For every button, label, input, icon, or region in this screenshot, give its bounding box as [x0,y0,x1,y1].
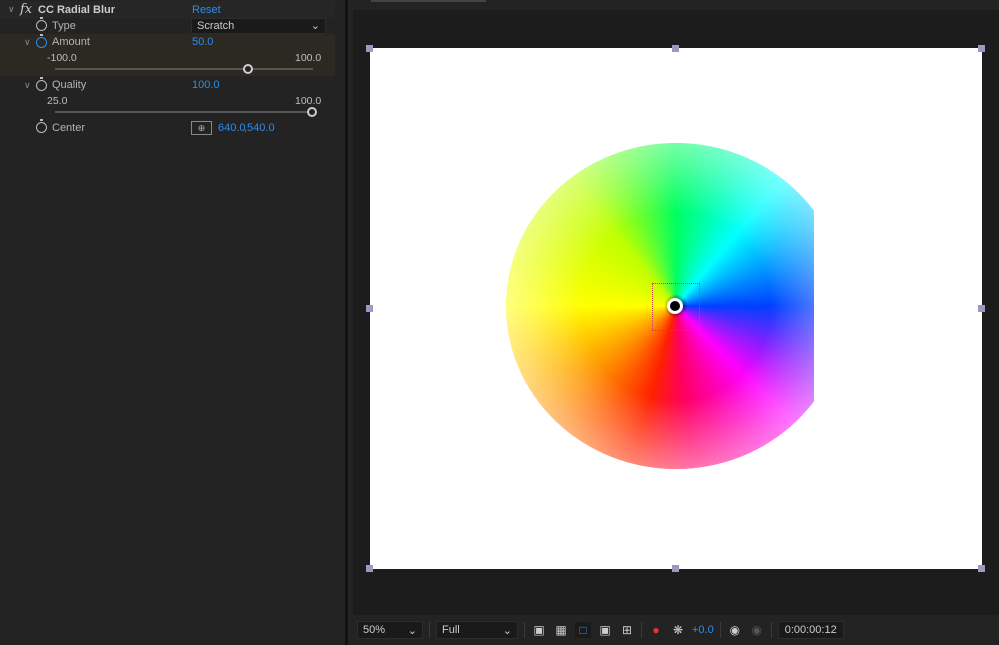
divider [524,622,525,638]
quality-value[interactable]: 100.0 [192,79,220,91]
transparency-grid-icon[interactable]: ▦ [553,622,569,638]
mask-path-visibility-icon[interactable]: □ [575,622,591,638]
channels-icon[interactable]: ● [648,622,664,638]
type-value: Scratch [197,19,235,32]
divider [770,622,772,638]
amount-label: Amount [52,36,90,48]
center-label: Center [52,121,86,134]
amount-slider[interactable] [55,64,313,74]
chevron-down-icon: ⌄ [310,20,320,32]
center-row: Center ⊕ 640.0 ,540.0 [0,119,335,136]
show-snapshot-icon[interactable]: ◉ [749,622,765,638]
timecode-value: 0:00:00:12 [784,624,837,636]
quality-max: 100.0 [295,95,322,107]
quality-row: ∨ Quality 100.0 25.0 100.0 [0,77,335,119]
composition-canvas[interactable] [370,48,982,569]
stopwatch-icon[interactable] [36,119,47,133]
zoom-dropdown[interactable]: 50% ⌄ [357,621,423,639]
expand-chevron-icon[interactable]: ∨ [24,80,31,91]
stopwatch-icon-active[interactable] [36,34,47,48]
effect-controls-panel: ∨ fx CC Radial Blur Reset Type Scratch ⌄ … [0,0,348,645]
resolution-dropdown[interactable]: Full ⌄ [436,621,518,639]
quality-slider[interactable] [55,107,317,117]
exposure-icon[interactable]: ❋ [670,622,686,638]
fx-icon[interactable]: fx [20,2,32,17]
collapse-chevron-icon[interactable]: ∨ [8,4,15,15]
region-of-interest-icon[interactable]: ▣ [597,622,613,638]
tab-indicator [371,0,486,2]
layer-handle[interactable] [366,305,373,312]
amount-value[interactable]: 50.0 [192,36,213,48]
quality-min: 25.0 [47,95,68,107]
divider [719,622,721,638]
exposure-value[interactable]: +0.0 [692,624,714,636]
type-label: Type [52,19,76,32]
expand-chevron-icon[interactable]: ∨ [24,37,31,48]
guides-icon[interactable]: ⊞ [619,622,635,638]
chevron-down-icon: ⌄ [407,624,417,637]
center-y-value[interactable]: ,540.0 [244,122,275,134]
slider-knob[interactable] [243,64,253,74]
type-row: Type Scratch ⌄ [0,17,335,34]
effect-name: CC Radial Blur [38,3,116,16]
stopwatch-icon[interactable] [36,17,47,31]
chevron-down-icon: ⌄ [502,624,512,637]
resolution-value: Full [442,624,460,636]
zoom-value: 50% [363,624,386,636]
divider [429,622,430,638]
layer-handle[interactable] [672,565,679,572]
layer-handle[interactable] [978,565,985,572]
center-anchor-icon[interactable] [667,298,683,314]
reset-link[interactable]: Reset [192,4,221,16]
layer-handle[interactable] [366,45,373,52]
type-dropdown[interactable]: Scratch ⌄ [191,17,326,34]
viewer-toolbar: 50% ⌄ Full ⌄ ▣ ▦ □ ▣ ⊞ ● ❋ +0.0 ◉ ◉ 0:00:0… [351,615,999,645]
fast-preview-icon[interactable]: ▣ [531,622,547,638]
amount-max: 100.0 [295,52,322,64]
crosshair-point-icon[interactable]: ⊕ [191,120,212,135]
amount-row: ∨ Amount 50.0 -100.0 100.0 [0,34,335,76]
timecode-display[interactable]: 0:00:00:12 [777,621,844,639]
quality-label: Quality [52,79,87,91]
layer-handle[interactable] [978,305,985,312]
layer-handle[interactable] [672,45,679,52]
amount-min: -100.0 [47,52,77,64]
slider-knob[interactable] [307,107,317,117]
color-wheel-layer[interactable] [506,143,814,469]
layer-handle[interactable] [366,565,373,572]
stopwatch-icon[interactable] [36,77,47,91]
composition-panel: 50% ⌄ Full ⌄ ▣ ▦ □ ▣ ⊞ ● ❋ +0.0 ◉ ◉ 0:00:0… [351,0,999,645]
center-x-value[interactable]: 640.0 [218,122,246,134]
snapshot-camera-icon[interactable]: ◉ [727,622,743,638]
composition-viewer[interactable] [353,10,999,615]
layer-handle[interactable] [978,45,985,52]
effect-header: ∨ fx CC Radial Blur Reset [0,1,335,18]
divider [641,622,642,638]
